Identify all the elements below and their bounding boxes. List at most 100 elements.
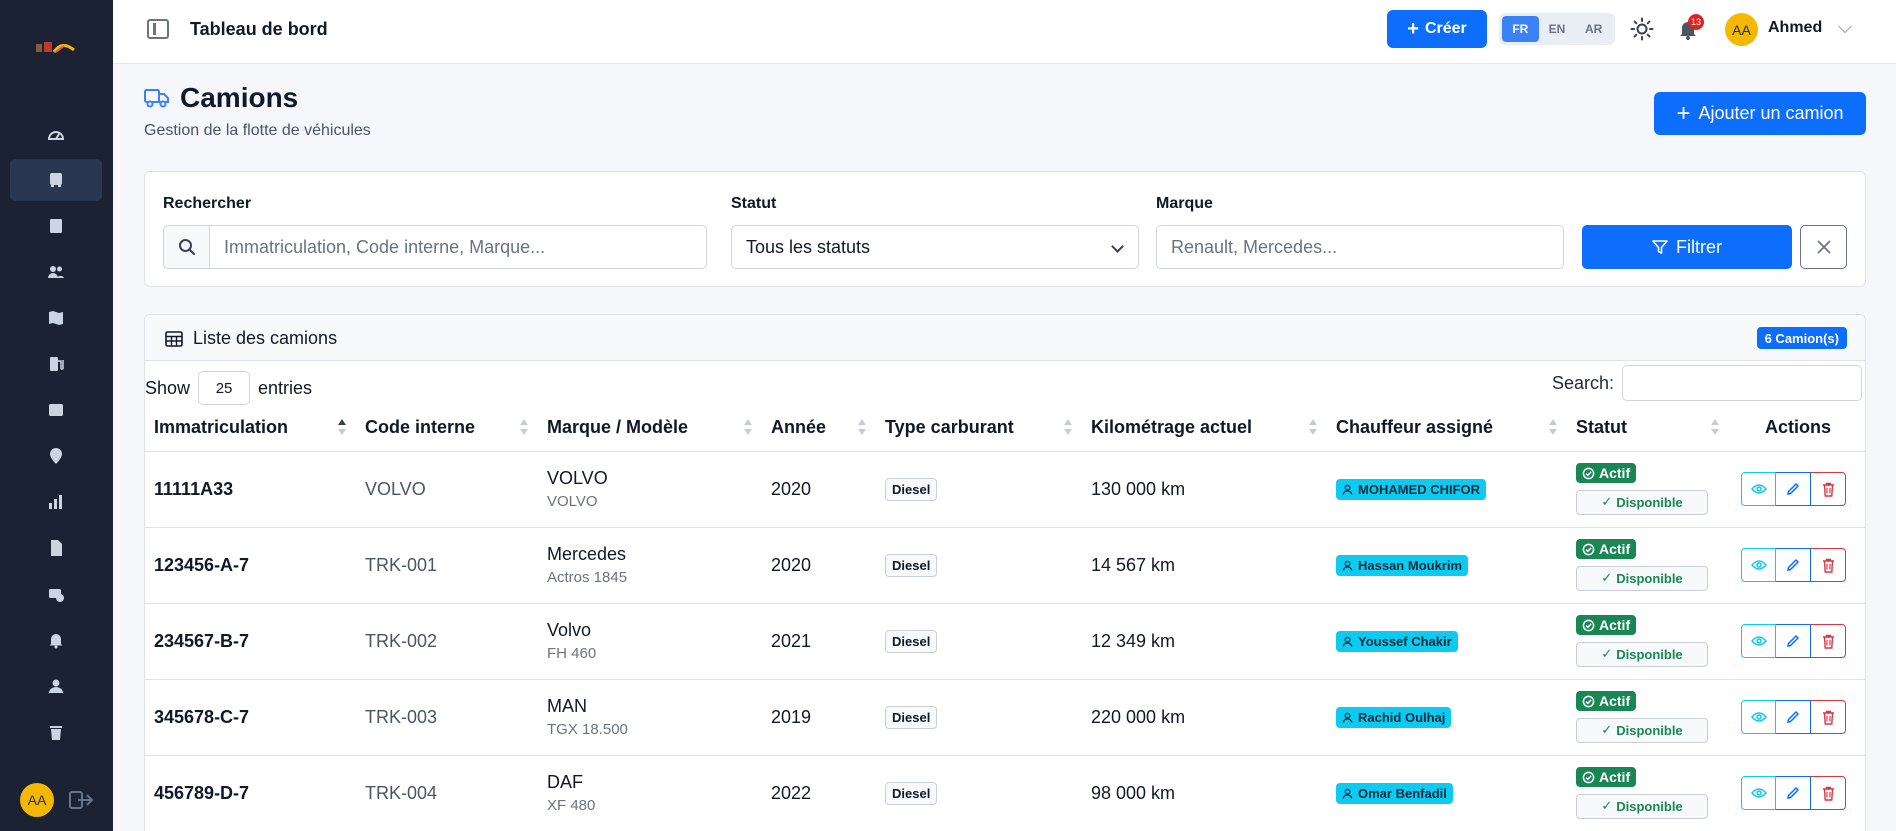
user-name[interactable]: Ahmed xyxy=(1768,19,1822,37)
driver-name: Youssef Chakir xyxy=(1358,633,1452,649)
lang-fr[interactable]: FR xyxy=(1502,16,1539,42)
lang-ar[interactable]: AR xyxy=(1575,16,1612,42)
delete-button[interactable] xyxy=(1811,548,1846,582)
col-immatriculation[interactable]: Immatriculation xyxy=(145,405,356,452)
sidebar-item-user[interactable] xyxy=(10,665,102,707)
user-icon xyxy=(1342,484,1353,495)
view-button[interactable] xyxy=(1741,472,1776,506)
col-marque-modele[interactable]: Marque / Modèle xyxy=(538,405,762,452)
sidebar-item-users[interactable] xyxy=(10,251,102,293)
cell-kilometrage: 130 000 km xyxy=(1082,451,1327,528)
col-actions: Actions xyxy=(1729,405,1865,452)
search-icon xyxy=(163,225,209,269)
brand-input[interactable]: Renault, Mercedes... xyxy=(1156,225,1564,269)
edit-button[interactable] xyxy=(1776,624,1811,658)
view-button[interactable] xyxy=(1741,700,1776,734)
edit-button[interactable] xyxy=(1776,776,1811,810)
sidebar-item-bell[interactable] xyxy=(10,619,102,661)
driver-badge[interactable]: Rachid Oulhaj xyxy=(1336,706,1452,728)
edit-button[interactable] xyxy=(1776,548,1811,582)
table-search-label: Search: xyxy=(1552,372,1615,393)
delete-button[interactable] xyxy=(1811,624,1846,658)
edit-button[interactable] xyxy=(1776,700,1811,734)
logout-icon[interactable] xyxy=(68,789,94,811)
filter-button[interactable]: Filtrer xyxy=(1582,225,1792,269)
add-truck-button[interactable]: + Ajouter un camion xyxy=(1654,92,1866,135)
check-icon: ✓ xyxy=(1601,570,1613,586)
col-chauffeur[interactable]: Chauffeur assigné xyxy=(1327,405,1567,452)
sidebar-footer: AA xyxy=(20,783,94,817)
delete-button[interactable] xyxy=(1811,776,1846,810)
driver-badge[interactable]: Youssef Chakir xyxy=(1336,630,1458,652)
show-label: Show xyxy=(145,377,191,398)
page-subtitle: Gestion de la flotte de véhicules xyxy=(144,122,371,139)
cell-kilometrage: 98 000 km xyxy=(1082,755,1327,831)
edit-button[interactable] xyxy=(1776,472,1811,506)
col-statut[interactable]: Statut xyxy=(1567,405,1729,452)
sidebar-item-contact-card[interactable] xyxy=(10,205,102,247)
cell-annee: 2019 xyxy=(762,679,876,756)
driver-badge[interactable]: Hassan Moukrim xyxy=(1336,554,1469,576)
view-button[interactable] xyxy=(1741,548,1776,582)
search-input[interactable]: Immatriculation, Code interne, Marque... xyxy=(209,225,707,269)
status-select[interactable]: Tous les statuts xyxy=(731,225,1139,269)
cell-actions xyxy=(1729,527,1865,604)
bar-chart-icon xyxy=(49,495,62,509)
cell-immatriculation: 234567-B-7 xyxy=(145,603,356,680)
cell-model: XF 480 xyxy=(547,797,596,814)
app-logo[interactable] xyxy=(34,38,76,58)
cell-chauffeur: Omar Benfadil xyxy=(1327,755,1567,831)
lang-en[interactable]: EN xyxy=(1539,16,1576,42)
delete-button[interactable] xyxy=(1811,700,1846,734)
check-circle-icon xyxy=(1582,467,1595,480)
view-button[interactable] xyxy=(1741,776,1776,810)
check-icon: ✓ xyxy=(1601,646,1613,662)
cell-chauffeur: Hassan Moukrim xyxy=(1327,527,1567,604)
chevron-down-icon[interactable] xyxy=(1837,19,1853,34)
sidebar-item-location-pin[interactable] xyxy=(10,435,102,477)
sidebar-item-map[interactable] xyxy=(10,297,102,339)
notifications[interactable]: 13 xyxy=(1676,14,1704,41)
col-code-interne[interactable]: Code interne xyxy=(356,405,538,452)
status-active-badge: Actif xyxy=(1576,539,1637,560)
sidebar-item-maintenance[interactable] xyxy=(10,573,102,615)
sidebar-item-bus[interactable] xyxy=(10,159,102,201)
cell-statut: Actif ✓ Disponible xyxy=(1567,527,1729,604)
sidebar-item-bar-chart[interactable] xyxy=(10,481,102,523)
driver-badge[interactable]: Omar Benfadil xyxy=(1336,782,1453,804)
status-select-value: Tous les statuts xyxy=(746,236,871,257)
sidebar-item-gauge[interactable] xyxy=(10,113,102,155)
sidebar-item-trash[interactable] xyxy=(10,711,102,753)
entries-select[interactable]: 25 xyxy=(198,371,251,405)
cell-immatriculation: 123456-A-7 xyxy=(145,527,356,604)
theme-sun-icon[interactable] xyxy=(1630,17,1654,41)
driver-badge[interactable]: MOHAMED CHIFOR xyxy=(1336,478,1487,500)
sidebar-toggle-icon[interactable] xyxy=(147,19,169,39)
cell-kilometrage: 14 567 km xyxy=(1082,527,1327,604)
sidebar-avatar[interactable]: AA xyxy=(20,783,54,817)
create-button[interactable]: + Créer xyxy=(1387,10,1487,48)
trash-icon xyxy=(1822,634,1834,649)
sidebar-item-document[interactable] xyxy=(10,527,102,569)
status-active-badge: Actif xyxy=(1576,615,1637,636)
sidebar-item-receipt[interactable] xyxy=(10,389,102,431)
cell-model: Actros 1845 xyxy=(547,569,628,586)
cell-brand: VOLVO xyxy=(547,468,608,488)
sidebar-item-fuel-pump[interactable] xyxy=(10,343,102,385)
col-type-carburant[interactable]: Type carburant xyxy=(876,405,1082,452)
reset-filters-button[interactable] xyxy=(1800,225,1847,269)
col-kilometrage[interactable]: Kilométrage actuel xyxy=(1082,405,1327,452)
delete-button[interactable] xyxy=(1811,472,1846,506)
table-search: Search: xyxy=(1552,361,1863,405)
cell-brand: DAF xyxy=(547,772,583,792)
sidebar-nav xyxy=(0,113,113,757)
col-annee[interactable]: Année xyxy=(762,405,876,452)
eye-icon xyxy=(1750,712,1767,722)
trash-icon xyxy=(1822,558,1834,573)
table-search-input[interactable] xyxy=(1622,365,1863,401)
user-avatar[interactable]: AA xyxy=(1725,13,1758,46)
sort-icon xyxy=(858,419,866,437)
user-icon xyxy=(1342,712,1353,723)
status-available-badge: ✓ Disponible xyxy=(1576,641,1708,667)
view-button[interactable] xyxy=(1741,624,1776,658)
